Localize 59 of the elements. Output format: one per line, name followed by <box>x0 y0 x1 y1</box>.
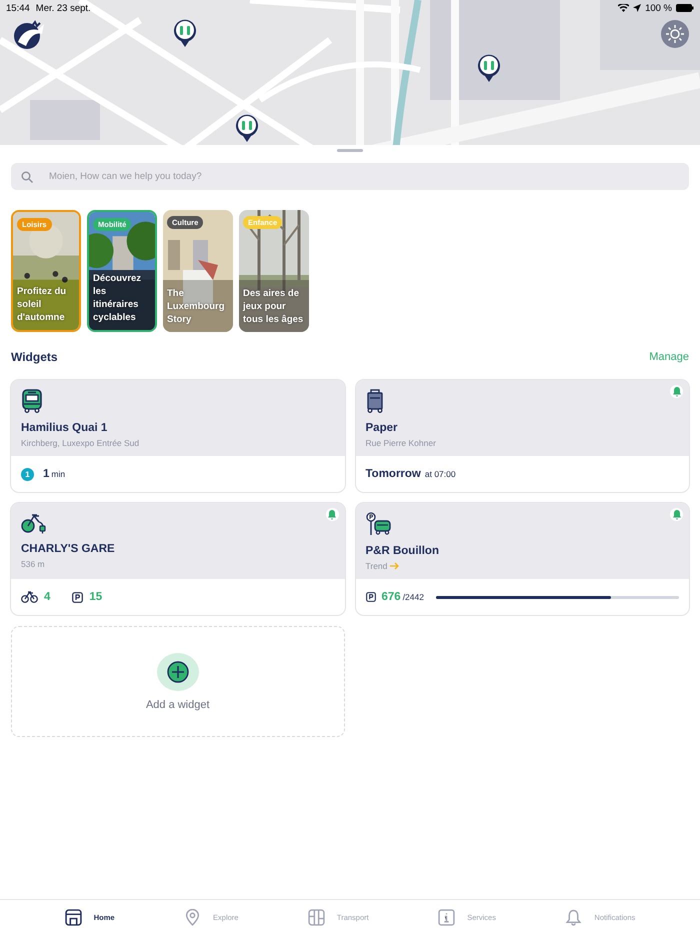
info-icon <box>438 908 456 926</box>
widget-card[interactable]: CHARLY'S GARE 536 m 4 15 <box>11 503 344 615</box>
widget-card[interactable]: Hamilius Quai 1 Kirchberg, Luxexpo Entrée Sud 1 1 min <box>11 380 344 492</box>
wifi-icon <box>618 4 630 12</box>
free-spaces: 676 <box>382 591 401 603</box>
notification-bell-icon[interactable] <box>326 508 338 521</box>
bell-icon <box>565 908 582 926</box>
collection-time: at 07:00 <box>424 469 456 479</box>
notification-bell-icon[interactable] <box>670 385 683 398</box>
widget-title: Paper <box>366 422 398 434</box>
transport-icon <box>308 908 325 926</box>
status-date: Mer. 23 sept. <box>36 2 91 14</box>
location-arrow-icon <box>633 4 642 12</box>
time-unit: min <box>51 469 66 479</box>
bike-icon <box>21 591 38 603</box>
notification-bell-icon[interactable] <box>670 508 683 521</box>
location-pin-icon <box>184 908 202 926</box>
toilet-pin-icon[interactable] <box>477 53 501 83</box>
widget-subtitle: Kirchberg, Luxexpo Entrée Sud <box>21 438 140 448</box>
story-title: The Luxembourg Story <box>167 287 226 326</box>
parking-icon <box>72 592 84 602</box>
toilet-pin-icon[interactable] <box>235 113 259 143</box>
add-widget-button[interactable]: Add a widget <box>11 626 344 737</box>
electric-bike-icon <box>21 512 47 534</box>
search-icon <box>21 171 33 183</box>
manage-link[interactable]: Manage <box>649 351 689 363</box>
widget-subtitle: Rue Pierre Kohner <box>366 438 436 448</box>
dock-count: 15 <box>89 591 102 603</box>
collection-day: Tomorrow <box>366 468 421 480</box>
trend-arrow-icon <box>390 562 400 570</box>
story-title: Des aires de jeux pour tous les âges <box>243 287 304 326</box>
battery-icon <box>676 4 694 12</box>
home-icon <box>64 908 82 926</box>
search-field[interactable]: Moien, How can we help you today? <box>11 163 689 190</box>
total-spaces: /2442 <box>402 592 424 602</box>
widget-subtitle: Trend <box>366 561 388 571</box>
sun-icon <box>666 25 684 43</box>
parking-icon <box>366 592 376 602</box>
bike-count: 4 <box>44 591 50 603</box>
city-logo-icon[interactable] <box>12 20 46 50</box>
sheet-handle[interactable] <box>337 149 363 152</box>
toilet-pin-icon[interactable] <box>173 18 197 48</box>
status-time: 15:44 <box>6 2 30 14</box>
plus-icon <box>166 660 189 682</box>
widget-card[interactable]: P&R Bouillon Trend 676 /2442 <box>356 503 689 615</box>
story-title: Découvrez les itinéraires cyclables <box>93 272 142 324</box>
widget-title: P&R Bouillon <box>366 545 440 557</box>
widget-title: Hamilius Quai 1 <box>21 422 108 434</box>
departure-time: 1 <box>43 468 50 480</box>
bus-icon <box>21 389 43 413</box>
section-title: Widgets <box>11 350 58 364</box>
story-title: Profitez du soleil d'automne <box>17 285 68 324</box>
waste-bin-icon <box>366 389 384 413</box>
widget-subtitle: 536 m <box>21 559 45 569</box>
widget-title: CHARLY'S GARE <box>21 543 116 555</box>
battery-percentage: 100 % <box>645 2 672 14</box>
park-and-ride-icon <box>366 512 392 536</box>
line-badge: 1 <box>21 468 34 480</box>
widget-card[interactable]: Paper Rue Pierre Kohner Tomorrow at 07:00 <box>356 380 689 492</box>
